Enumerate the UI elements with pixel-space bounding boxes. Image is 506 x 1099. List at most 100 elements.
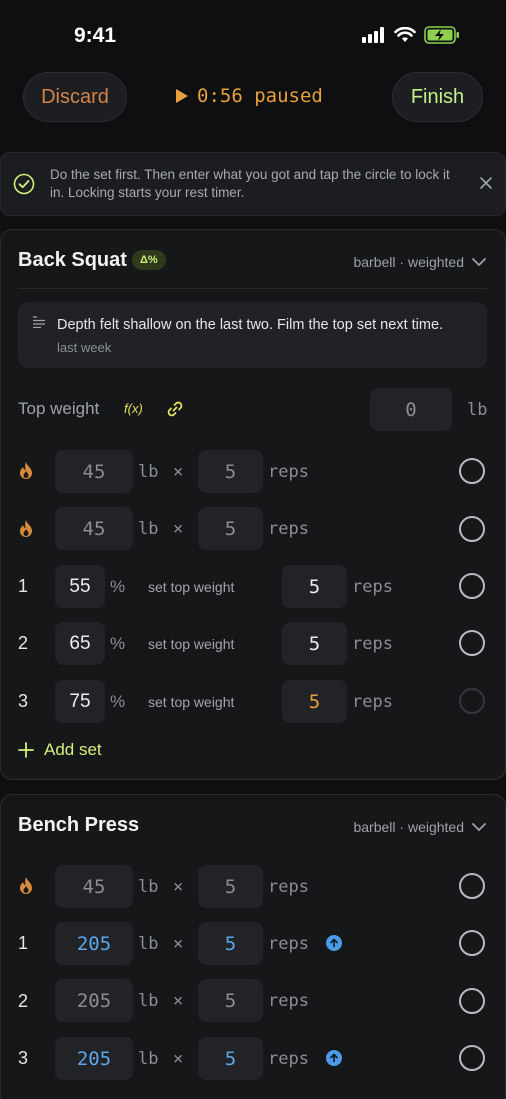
- reps-label: reps: [268, 462, 309, 482]
- formula-icon[interactable]: f(x): [124, 401, 143, 416]
- set-complete-toggle[interactable]: [459, 688, 485, 714]
- note-timestamp: last week: [57, 340, 112, 355]
- reps-label: reps: [268, 991, 309, 1011]
- set-number: 3: [18, 1048, 29, 1068]
- weight-input[interactable]: 205: [55, 1037, 133, 1080]
- percent-sign: %: [110, 577, 126, 596]
- reps-input[interactable]: 5: [282, 565, 347, 608]
- set-number: 1: [18, 933, 29, 953]
- chevron-down-icon: [472, 822, 486, 831]
- finish-button[interactable]: Finish: [392, 72, 483, 122]
- percent-sign: %: [110, 692, 126, 711]
- set-number: 2: [18, 991, 29, 1011]
- weight-input[interactable]: 205: [55, 922, 133, 965]
- tip-text: Do the set first. Then enter what you go…: [50, 167, 450, 200]
- reps-label: reps: [268, 877, 309, 897]
- set-complete-toggle[interactable]: [459, 930, 485, 956]
- set-number: 3: [18, 691, 29, 711]
- set-number: 2: [18, 633, 29, 653]
- equipment-type: barbell · weighted: [353, 819, 464, 835]
- play-icon: [176, 89, 188, 103]
- flame-icon: [20, 462, 32, 479]
- set-complete-toggle[interactable]: [459, 873, 485, 899]
- times-sign: ×: [173, 991, 184, 1011]
- reps-input[interactable]: 5: [198, 1037, 263, 1080]
- status-time: 9:41: [74, 24, 117, 47]
- times-sign: ×: [173, 462, 184, 482]
- cellular-signal-icon: [362, 27, 384, 43]
- set-top-weight-hint[interactable]: set top weight: [148, 694, 234, 710]
- exercise-meta[interactable]: barbell · weighted: [353, 819, 486, 835]
- close-icon[interactable]: [480, 177, 492, 189]
- battery-charging-icon: [424, 26, 459, 44]
- weight-unit: lb: [138, 991, 159, 1011]
- exercise-note[interactable]: [18, 302, 487, 368]
- weight-input[interactable]: 45: [55, 450, 133, 493]
- add-set-button[interactable]: Add set: [18, 740, 102, 760]
- set-complete-toggle[interactable]: [459, 988, 485, 1014]
- reps-label: reps: [352, 634, 393, 654]
- weight-input[interactable]: 45: [55, 865, 133, 908]
- top-weight-input[interactable]: 0: [370, 388, 452, 431]
- set-complete-toggle[interactable]: [459, 516, 485, 542]
- check-circle-icon: [13, 173, 35, 195]
- plus-icon: [18, 742, 34, 758]
- percent-sign: %: [110, 634, 126, 653]
- set-number: 1: [18, 576, 29, 596]
- status-icons: [362, 26, 460, 44]
- reps-input[interactable]: 5: [282, 622, 347, 665]
- reps-label: reps: [268, 934, 309, 954]
- reps-input[interactable]: 5: [198, 507, 263, 550]
- exercise-title[interactable]: Bench Press: [18, 814, 139, 837]
- set-complete-toggle[interactable]: [459, 1045, 485, 1071]
- times-sign: ×: [173, 519, 184, 539]
- timer-text: 0:56 paused: [197, 85, 323, 107]
- set-top-weight-hint[interactable]: set top weight: [148, 636, 234, 652]
- divider: [18, 288, 487, 289]
- discard-button[interactable]: Discard: [23, 72, 127, 122]
- add-set-label: Add set: [44, 740, 102, 759]
- progression-up-icon[interactable]: [326, 935, 342, 951]
- exercise-meta[interactable]: barbell · weighted: [353, 254, 486, 270]
- percent-input[interactable]: 65: [55, 622, 105, 665]
- times-sign: ×: [173, 934, 184, 954]
- reps-input[interactable]: 5: [198, 865, 263, 908]
- percent-input[interactable]: 75: [55, 680, 105, 723]
- reps-input[interactable]: 5: [198, 979, 263, 1022]
- top-weight-label: Top weight: [18, 399, 100, 418]
- set-complete-toggle[interactable]: [459, 458, 485, 484]
- note-text: Depth felt shallow on the last two. Film…: [57, 317, 444, 333]
- reps-input[interactable]: 5: [198, 450, 263, 493]
- note-icon: [33, 316, 45, 328]
- chevron-down-icon: [472, 257, 486, 266]
- weight-unit: lb: [138, 519, 159, 539]
- reps-label: reps: [268, 1049, 309, 1069]
- percent-mode-badge[interactable]: Δ%: [132, 250, 166, 270]
- set-complete-toggle[interactable]: [459, 573, 485, 599]
- reps-input[interactable]: 5: [282, 680, 347, 723]
- reps-input[interactable]: 5: [198, 922, 263, 965]
- weight-input[interactable]: 45: [55, 507, 133, 550]
- exercise-title[interactable]: Back Squat: [18, 249, 127, 272]
- weight-input[interactable]: 205: [55, 979, 133, 1022]
- weight-unit: lb: [138, 877, 159, 897]
- reps-label: reps: [352, 577, 393, 597]
- times-sign: ×: [173, 1049, 184, 1069]
- reps-label: reps: [268, 519, 309, 539]
- link-icon[interactable]: [166, 400, 184, 418]
- progression-up-icon[interactable]: [326, 1050, 342, 1066]
- flame-icon: [20, 520, 32, 537]
- weight-unit: lb: [138, 1049, 159, 1069]
- weight-unit: lb: [138, 462, 159, 482]
- weight-unit: lb: [138, 934, 159, 954]
- top-weight-unit: lb: [467, 400, 488, 420]
- equipment-type: barbell · weighted: [353, 254, 464, 270]
- percent-input[interactable]: 55: [55, 565, 105, 608]
- workout-timer[interactable]: 0:56 paused: [175, 85, 323, 107]
- times-sign: ×: [173, 877, 184, 897]
- set-complete-toggle[interactable]: [459, 630, 485, 656]
- flame-icon: [20, 877, 32, 894]
- wifi-icon: [394, 27, 416, 42]
- reps-label: reps: [352, 692, 393, 712]
- set-top-weight-hint[interactable]: set top weight: [148, 579, 234, 595]
